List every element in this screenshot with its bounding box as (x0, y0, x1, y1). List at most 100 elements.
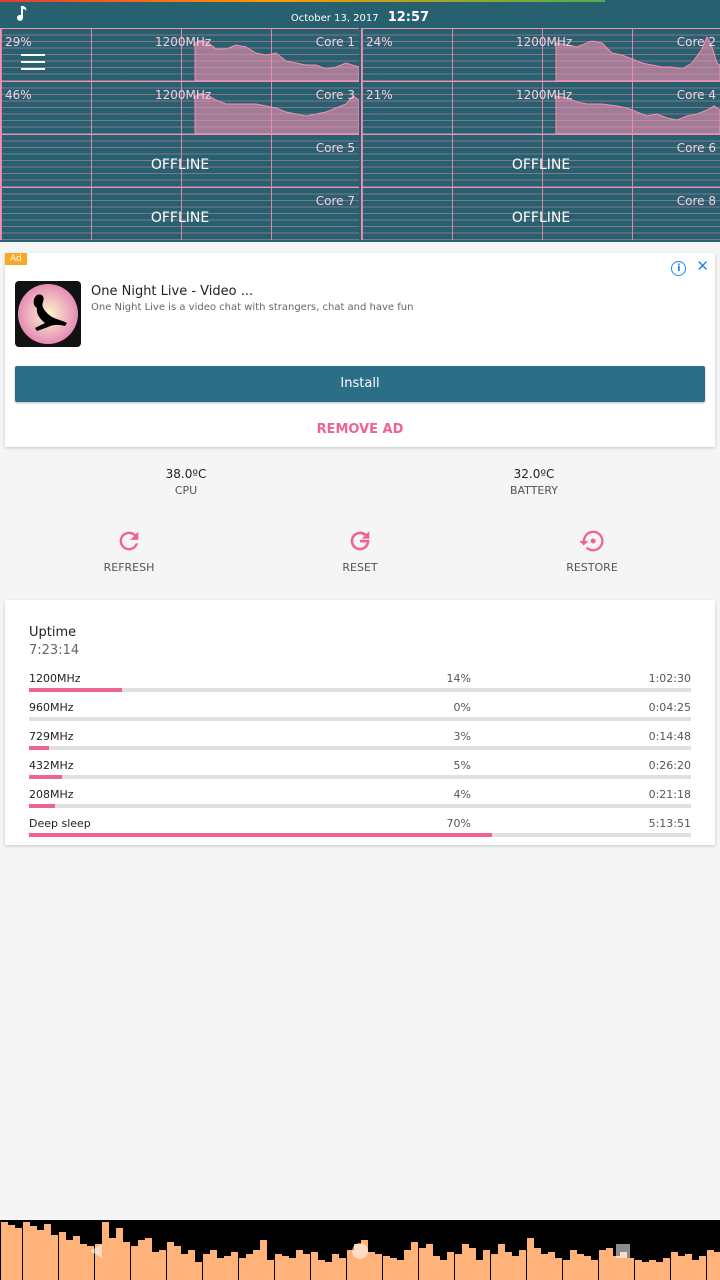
visualizer-bar (116, 1228, 124, 1280)
visualizer-bar (152, 1252, 160, 1280)
core-6-panel: Core 6 OFFLINE (361, 134, 720, 187)
freq-percent: 0% (453, 701, 471, 714)
visualizer-bar (440, 1260, 448, 1280)
remove-ad-button[interactable]: REMOVE AD (5, 422, 715, 437)
visualizer-bar (65, 1240, 73, 1280)
visualizer-bar (289, 1258, 296, 1280)
navigation-bar (0, 1220, 720, 1280)
visualizer-bar (677, 1256, 685, 1280)
visualizer-bar (80, 1244, 88, 1280)
visualizer-bar (202, 1254, 210, 1280)
visualizer-bar (1, 1222, 8, 1280)
ad-title[interactable]: One Night Live - Video ... (91, 284, 253, 299)
ad-card[interactable]: Ad i ✕ One Night Live - Video ... One Ni… (5, 253, 715, 447)
core-name: Core 5 (315, 141, 355, 155)
core-load: 29% (5, 35, 32, 49)
uptime-card: Uptime 7:23:14 1200MHz 14% 1:02:30 960MH… (5, 600, 715, 845)
freq-bar-fill (29, 833, 493, 837)
visualizer-bar (22, 1222, 30, 1280)
visualizer-bar (476, 1260, 484, 1280)
freq-bar (29, 833, 691, 837)
visualizer-bar (37, 1230, 44, 1280)
freq-percent: 4% (453, 788, 471, 801)
visualizer-bar (425, 1244, 433, 1280)
core-name: Core 8 (676, 194, 716, 208)
restore-label: RESTORE (566, 561, 618, 574)
visualizer-bar (267, 1260, 275, 1280)
visualizer-bar (641, 1262, 649, 1280)
visualizer-bar (706, 1250, 714, 1280)
visualizer-bar (562, 1260, 570, 1280)
freq-bar-fill (29, 775, 63, 779)
back-icon[interactable] (90, 1244, 102, 1258)
core-name: Core 2 (676, 35, 716, 49)
visualizer-bar (526, 1238, 534, 1280)
home-icon[interactable] (352, 1243, 368, 1259)
ad-app-logo[interactable] (15, 281, 81, 347)
core-offline-label: OFFLINE (150, 210, 210, 226)
visualizer-bar (469, 1248, 476, 1280)
core-load: 24% (366, 35, 393, 49)
visualizer-bar (173, 1246, 181, 1280)
core-freq: 1200MHz (155, 35, 212, 49)
visualizer-bar (224, 1256, 232, 1280)
visualizer-bar (325, 1262, 332, 1280)
install-button[interactable]: Install (15, 366, 705, 402)
freq-row: 960MHz 0% 0:04:25 (29, 701, 691, 730)
core-7-panel: Core 7 OFFLINE (0, 187, 359, 240)
core-name: Core 6 (676, 141, 716, 155)
visualizer-bar (656, 1262, 664, 1280)
visualizer-bar (137, 1240, 145, 1280)
visualizer-bar (627, 1258, 635, 1280)
cpu-temp-value: 38.0ºC (165, 467, 207, 481)
visualizer-bar (548, 1252, 556, 1280)
reset-label: RESET (342, 561, 378, 574)
visualizer-bar (411, 1242, 419, 1280)
visualizer-bar (541, 1254, 548, 1280)
uptime-value: 7:23:14 (29, 643, 80, 658)
freq-bar (29, 688, 691, 692)
recents-icon[interactable] (616, 1244, 630, 1258)
freq-bar (29, 775, 691, 779)
visualizer-bar (433, 1256, 440, 1280)
freq-row: 729MHz 3% 0:14:48 (29, 730, 691, 759)
visualizer-bar (130, 1246, 138, 1280)
visualizer-bar (382, 1256, 390, 1280)
visualizer-bar (447, 1252, 455, 1280)
visualizer-bar (692, 1260, 700, 1280)
visualizer-bar (505, 1252, 512, 1280)
freq-bar-fill (29, 746, 49, 750)
core-1-panel: 29% 1200MHz Core 1 (0, 28, 359, 81)
visualizer-bar (649, 1260, 656, 1280)
core-4-panel: 21% 1200MHz Core 4 (361, 81, 720, 134)
visualizer-bar (404, 1250, 412, 1280)
visualizer-bar (454, 1254, 462, 1280)
battery-temp-value: 32.0ºC (513, 467, 555, 481)
info-icon[interactable]: i (671, 261, 687, 276)
freq-time: 0:14:48 (648, 730, 691, 743)
reset-button[interactable]: RESET (290, 527, 430, 574)
visualizer-bar (483, 1250, 491, 1280)
visualizer-bar (44, 1224, 52, 1280)
core-offline-label: OFFLINE (150, 157, 210, 173)
reset-icon (350, 531, 370, 551)
refresh-button[interactable]: REFRESH (59, 527, 199, 574)
freq-percent: 14% (446, 672, 471, 685)
visualizer-bar (490, 1254, 498, 1280)
ad-badge: Ad (5, 253, 27, 265)
visualizer-bar (29, 1226, 37, 1280)
visualizer-bar (209, 1250, 217, 1280)
freq-time: 0:21:18 (648, 788, 691, 801)
freq-time: 5:13:51 (648, 817, 691, 830)
core-3-panel: 46% 1200MHz Core 3 (0, 81, 359, 134)
core-2-panel: 24% 1200MHz Core 2 (361, 28, 720, 81)
visualizer-bar (58, 1232, 66, 1280)
menu-icon[interactable] (21, 54, 45, 72)
status-bar: October 13, 2017 12:57 (0, 0, 720, 28)
freq-bar-fill (29, 688, 122, 692)
core-offline-label: OFFLINE (511, 157, 571, 173)
close-icon[interactable]: ✕ (696, 257, 709, 275)
restore-button[interactable]: RESTORE (522, 527, 662, 574)
visualizer-bar (519, 1250, 527, 1280)
visualizer-bar (577, 1254, 584, 1280)
